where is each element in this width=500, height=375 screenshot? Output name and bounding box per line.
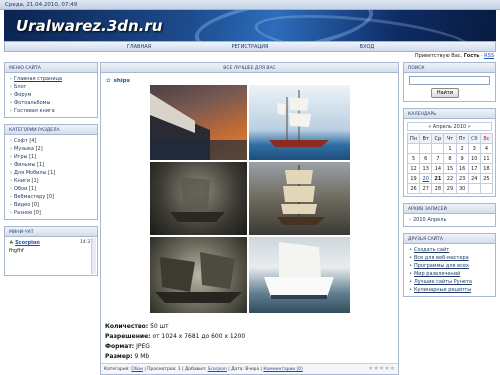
- category-link[interactable]: Обои: [131, 367, 143, 372]
- content-title: ВСЕ ЛУЧШЕЕ ДЛЯ ВАС: [101, 63, 398, 73]
- ships-collage-image[interactable]: [150, 85, 350, 313]
- detail-format: Формат: JPEG: [105, 343, 150, 350]
- chat-scrollbar[interactable]: [91, 238, 96, 274]
- post-details: Количество: 50 шт Разрешение: от 1024 x …: [105, 322, 395, 362]
- post-title[interactable]: ✿ ships: [106, 78, 130, 84]
- main-content: ВСЕ ЛУЧШЕЕ ДЛЯ ВАС ✿ ships Количество: 5…: [100, 62, 399, 375]
- search-title: ПОИСК: [404, 63, 495, 73]
- mini-chat-title: МИНИ-ЧАТ: [5, 227, 97, 237]
- category-item[interactable]: › Вебмастеру [0]: [10, 193, 92, 201]
- liner-graphic: [264, 242, 334, 299]
- user-icon: ♣: [9, 240, 14, 246]
- left-column: МЕНЮ САЙТА › Главная страница › Блог › Фору…: [4, 62, 98, 282]
- ship-photo-2: [249, 85, 350, 160]
- friend-link[interactable]: • Кулинарные рецепты: [409, 286, 490, 294]
- chat-user-link[interactable]: Scorpion: [15, 240, 40, 246]
- welcome-line: Приветствую Вас, Гость · RSS: [414, 53, 494, 59]
- categories-box: КАТЕГОРИИ РАЗДЕЛА › Софт [4] › Музыка [2] …: [4, 124, 98, 220]
- right-column: ПОИСК Найти КАЛЕНДАРЬ « Апрель 2010 » Пн…: [403, 62, 496, 303]
- ship-photo-3: [150, 162, 247, 235]
- welcome-user: Гость: [463, 53, 480, 59]
- detail-resolution: Разрешение: от 1024 x 7681 до 600 x 1200: [105, 333, 246, 340]
- category-item[interactable]: › Разное [0]: [10, 209, 92, 217]
- friends-box: ДРУЗЬЯ САЙТА • Создать сайт • Все для веб-…: [403, 233, 496, 297]
- category-item[interactable]: › Книги [1]: [10, 177, 92, 185]
- menu-item-blog[interactable]: › Блог: [10, 83, 92, 91]
- ship-photo-1: [150, 85, 247, 160]
- post-icon: ✿: [106, 78, 111, 84]
- category-item[interactable]: › Музыка [2]: [10, 145, 92, 153]
- calendar-title: КАЛЕНДАРЬ: [404, 109, 495, 119]
- sailing-ship-graphic: [269, 90, 329, 147]
- chat-text: fhgfhf: [9, 248, 24, 254]
- calendar-day-link[interactable]: 20: [419, 173, 433, 184]
- tallship-graphic: [277, 165, 325, 225]
- main-nav: ГЛАВНАЯ РЕГИСТРАЦИЯ ВХОД: [4, 41, 496, 52]
- category-item[interactable]: › Видео [0]: [10, 201, 92, 209]
- calendar-grid: Пн Вт Ср Чт Пт Сб Вс 1234 5 6 7 8 9 10 11 12 13 14 15 16…: [406, 133, 494, 194]
- friend-link[interactable]: • Лучшие сайты Рунета: [409, 278, 490, 286]
- nav-home[interactable]: ГЛАВНАЯ: [99, 44, 179, 50]
- site-title[interactable]: Uralwarez.3dn.ru: [16, 17, 162, 35]
- archive-box: АРХИВ ЗАПИСЕЙ › 2010 Апрель: [403, 203, 496, 227]
- friend-link[interactable]: • Мир развлечений: [409, 270, 490, 278]
- menu-item-guestbook[interactable]: › Гостевая книга: [10, 107, 92, 115]
- category-item[interactable]: › Фильмы [1]: [10, 161, 92, 169]
- nav-register[interactable]: РЕГИСТРАЦИЯ: [210, 44, 290, 50]
- ship-photo-5: [150, 237, 247, 313]
- date-time: Среда, 21.04.2010, 07:49: [5, 2, 78, 8]
- ship-photo-6: [249, 237, 350, 313]
- friend-link[interactable]: • Программы для всех: [409, 262, 490, 270]
- post-meta: Категория: Обои | Просмотров: 1 | Добави…: [101, 363, 398, 374]
- chat-message: 14:37 ♣ Scorpion fhgfhf: [5, 237, 97, 273]
- mini-chat-box: МИНИ-ЧАТ 14:37 ♣ Scorpion fhgfhf: [4, 226, 98, 276]
- rating-stars[interactable]: ★★★★★: [368, 365, 395, 372]
- search-box: ПОИСК Найти: [403, 62, 496, 102]
- top-bar: Среда, 21.04.2010, 07:49: [0, 0, 500, 10]
- menu-item-forum[interactable]: › Форум: [10, 91, 92, 99]
- archive-title: АРХИВ ЗАПИСЕЙ: [404, 204, 495, 214]
- rss-link[interactable]: RSS: [484, 53, 494, 59]
- author-link[interactable]: Scorpion: [208, 367, 227, 372]
- search-input[interactable]: [409, 76, 490, 85]
- category-item[interactable]: › Софт [4]: [10, 137, 92, 145]
- comments-link[interactable]: Комментарии (0): [263, 367, 302, 372]
- menu-title: МЕНЮ САЙТА: [5, 63, 97, 73]
- nav-login[interactable]: ВХОД: [327, 44, 407, 50]
- categories-title: КАТЕГОРИИ РАЗДЕЛА: [5, 125, 97, 135]
- calendar-month-nav[interactable]: « Апрель 2010 »: [407, 122, 492, 131]
- menu-item-photos[interactable]: › Фотоальбомы: [10, 99, 92, 107]
- ship-photo-4: [249, 162, 350, 235]
- menu-item-home[interactable]: › Главная страница: [10, 75, 92, 83]
- ghost-ship-graphic: [170, 177, 225, 222]
- calendar-today: 21: [431, 173, 445, 184]
- pirate-ship-graphic: [155, 252, 242, 303]
- category-item[interactable]: › Для Мобилы [1]: [10, 169, 92, 177]
- cruise-ship-graphic: [150, 93, 247, 160]
- menu-box: МЕНЮ САЙТА › Главная страница › Блог › Фору…: [4, 62, 98, 118]
- calendar-box: КАЛЕНДАРЬ « Апрель 2010 » Пн Вт Ср Чт Пт Сб Вс…: [403, 108, 496, 197]
- search-button[interactable]: Найти: [431, 88, 459, 98]
- category-item[interactable]: › Обои [1]: [10, 185, 92, 193]
- post-date: Дата: Вчера: [231, 367, 260, 372]
- category-item[interactable]: › Игры [1]: [10, 153, 92, 161]
- friend-link[interactable]: • Все для веб-мастера: [409, 254, 490, 262]
- site-banner: Uralwarez.3dn.ru: [4, 10, 496, 41]
- welcome-text: Приветствую Вас,: [414, 53, 463, 59]
- views-count: Просмотров: 1: [147, 367, 181, 372]
- detail-quantity: Количество: 50 шт: [105, 323, 169, 330]
- friends-title: ДРУЗЬЯ САЙТА: [404, 234, 495, 244]
- detail-size: Размер: 9 Mb: [105, 353, 150, 360]
- archive-item[interactable]: › 2010 Апрель: [409, 216, 490, 224]
- friend-link[interactable]: • Создать сайт: [409, 246, 490, 254]
